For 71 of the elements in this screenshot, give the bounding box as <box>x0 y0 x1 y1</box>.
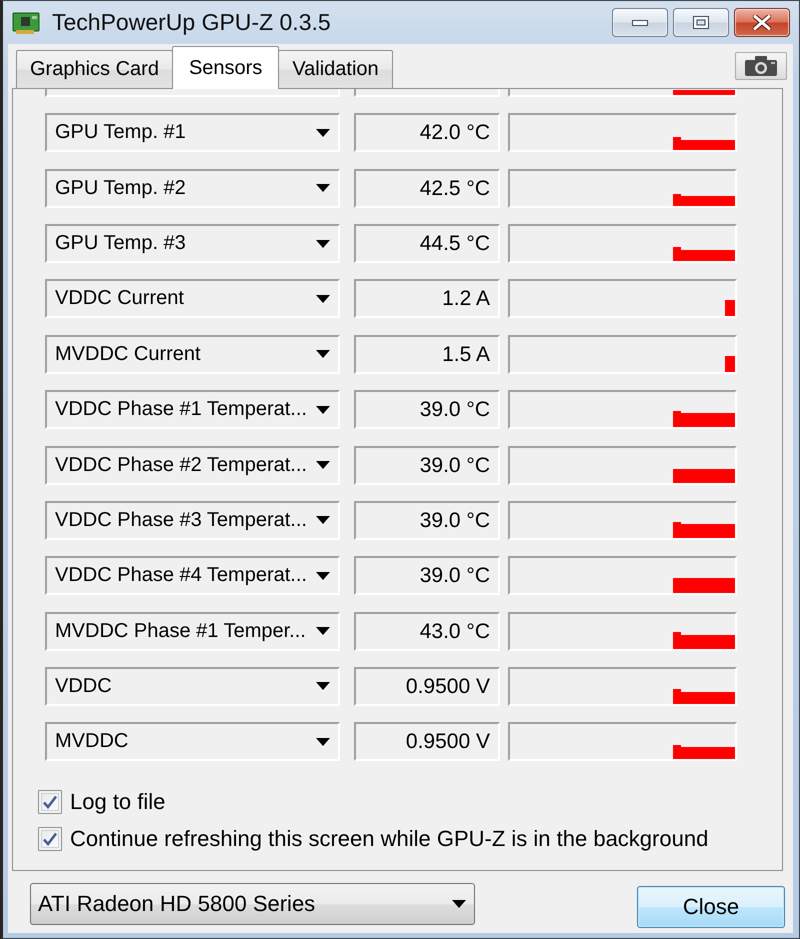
sensor-select[interactable]: VDDC <box>45 666 340 706</box>
caret-icon <box>316 682 330 690</box>
gpu-select[interactable]: ATI Radeon HD 5800 Series <box>30 883 475 925</box>
sensor-select[interactable]: VDDC Phase #4 Temperat... <box>45 556 340 596</box>
minimize-icon <box>632 20 648 26</box>
sensor-value-field: 39.0 °C <box>354 500 500 540</box>
caret-icon <box>316 350 330 358</box>
tab[interactable]: Validation <box>278 50 393 88</box>
checkbox-label: Log to file <box>70 789 166 816</box>
sensor-select[interactable]: VDDC Current <box>45 279 340 318</box>
checkbox[interactable] <box>38 790 62 814</box>
checkmark-icon <box>43 832 57 846</box>
camera-icon <box>745 56 777 76</box>
sensor-value-field: 1.5 A <box>354 334 500 374</box>
maximize-icon <box>693 16 709 29</box>
caret-icon <box>316 128 330 137</box>
sparkline-drawing <box>673 745 735 760</box>
close-button[interactable]: Close <box>637 886 785 928</box>
sensor-select[interactable]: MVDDC Current <box>45 334 340 374</box>
sensor-select[interactable]: GPU Temp. #3 <box>45 224 340 264</box>
graphics-card-icon <box>12 10 40 34</box>
sensor-select[interactable]: MVDDC <box>45 722 340 762</box>
sparkline-drawing <box>725 356 735 372</box>
sensor-select[interactable]: VDDC Phase #3 Temperat... <box>45 500 340 540</box>
sparkline-drawing <box>725 300 735 316</box>
window-title: TechPowerUp GPU-Z 0.3.5 <box>52 9 331 36</box>
close-window-button[interactable] <box>734 8 790 37</box>
sparkline-drawing <box>673 247 735 262</box>
caret-icon <box>316 572 330 580</box>
caret-icon <box>316 738 330 746</box>
sensor-select[interactable]: VDDC Phase #1 Temperat... <box>45 390 340 430</box>
tab[interactable]: Sensors <box>172 46 280 89</box>
sensor-value-field: 39.0 °C <box>354 390 500 430</box>
caret-icon <box>316 240 330 248</box>
caret-icon <box>316 627 330 636</box>
sparkline-drawing <box>673 688 735 704</box>
sensor-value-field: 42.0 °C <box>354 113 500 152</box>
sparkline-drawing <box>673 578 735 594</box>
minimize-button[interactable] <box>612 8 668 37</box>
caret-icon <box>316 184 330 192</box>
sensor-select[interactable]: MVDDC Phase #1 Temper... <box>45 612 340 651</box>
sensor-value-field: 39.0 °C <box>354 556 500 596</box>
sensor-value-field: 39.0 °C <box>354 446 500 485</box>
sparkline-drawing <box>673 468 735 483</box>
sparkline-drawing <box>673 194 735 206</box>
checkmark-icon <box>43 795 57 810</box>
sensor-value-field: 0.9500 V <box>354 722 500 762</box>
checkbox[interactable] <box>38 827 62 852</box>
screenshot-button[interactable] <box>735 52 787 80</box>
checkbox-label: Continue refreshing this screen while GPU-Z is in the background <box>70 826 708 852</box>
sensor-select[interactable]: VDDC Phase #2 Temperat... <box>45 446 340 485</box>
sparkline-drawing <box>673 632 735 649</box>
caret-icon <box>316 294 330 303</box>
sensor-value-field: 0.9500 V <box>354 666 500 706</box>
close-icon <box>753 15 771 30</box>
sensor-value-field: 42.5 °C <box>354 168 500 208</box>
caret-icon <box>316 461 330 470</box>
maximize-button[interactable] <box>673 8 729 37</box>
sparkline-drawing <box>673 522 735 538</box>
caret-icon <box>316 516 330 524</box>
sensor-select[interactable]: GPU Temp. #2 <box>45 168 340 208</box>
sparkline-drawing <box>673 90 735 95</box>
sensor-select[interactable]: GPU Temp. #1 <box>45 113 340 152</box>
sensor-value-field: 43.0 °C <box>354 612 500 651</box>
caret-icon <box>316 406 330 414</box>
sparkline-drawing <box>673 411 735 428</box>
sensor-value-field: 1.2 A <box>354 279 500 318</box>
sensor-value-field: 44.5 °C <box>354 224 500 264</box>
tab[interactable]: Graphics Card <box>16 50 173 88</box>
sparkline-drawing <box>673 137 735 150</box>
caret-icon <box>452 900 466 908</box>
